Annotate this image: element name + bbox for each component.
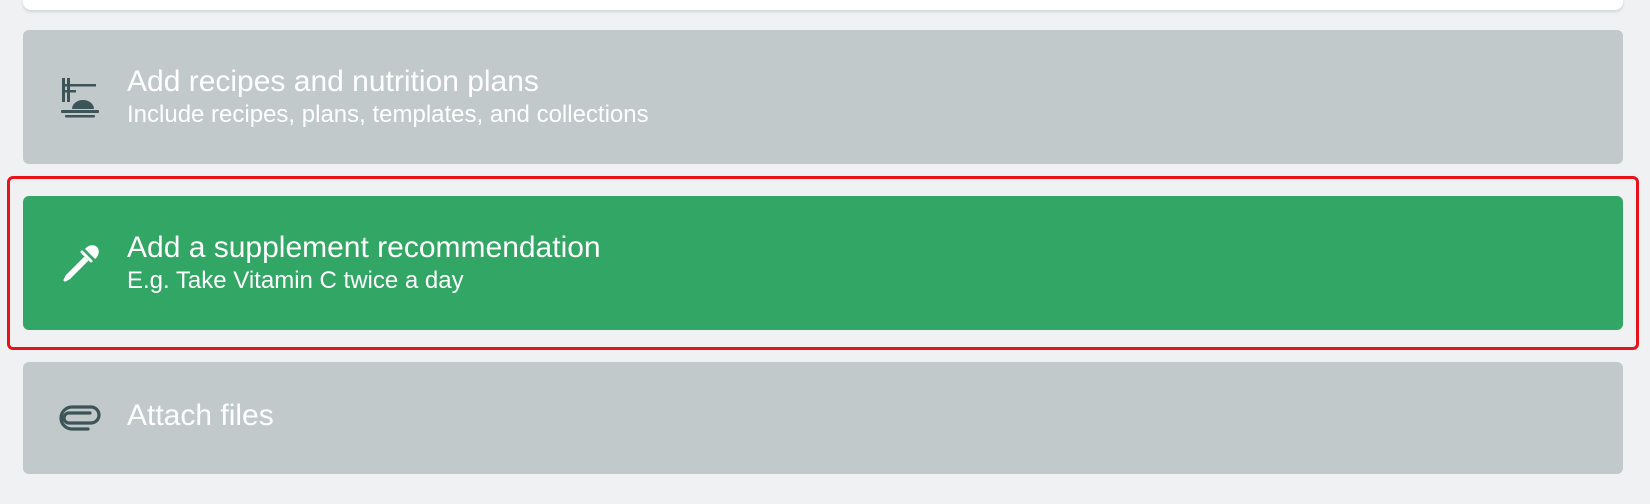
add-recipes-option[interactable]: Add recipes and nutrition plans Include … bbox=[23, 30, 1623, 164]
recipes-option-title: Add recipes and nutrition plans bbox=[127, 65, 539, 98]
paperclip-icon bbox=[58, 396, 102, 440]
supplement-option-subtitle: E.g. Take Vitamin C twice a day bbox=[127, 267, 464, 294]
files-option-title: Attach files bbox=[127, 399, 274, 432]
supplement-option-text: Add a supplement recommendation E.g. Tak… bbox=[127, 230, 1603, 296]
dropper-icon bbox=[58, 241, 102, 285]
supplement-option-title: Add a supplement recommendation bbox=[127, 231, 601, 264]
recipe-dish-icon bbox=[58, 75, 102, 119]
recipes-option-text: Add recipes and nutrition plans Include … bbox=[127, 64, 1603, 130]
add-supplement-option[interactable]: Add a supplement recommendation E.g. Tak… bbox=[23, 196, 1623, 330]
files-option-text: Attach files bbox=[127, 398, 1603, 434]
attach-files-option[interactable]: Attach files bbox=[23, 362, 1623, 474]
recipes-option-subtitle: Include recipes, plans, templates, and c… bbox=[127, 101, 649, 128]
previous-panel-edge bbox=[23, 0, 1623, 10]
